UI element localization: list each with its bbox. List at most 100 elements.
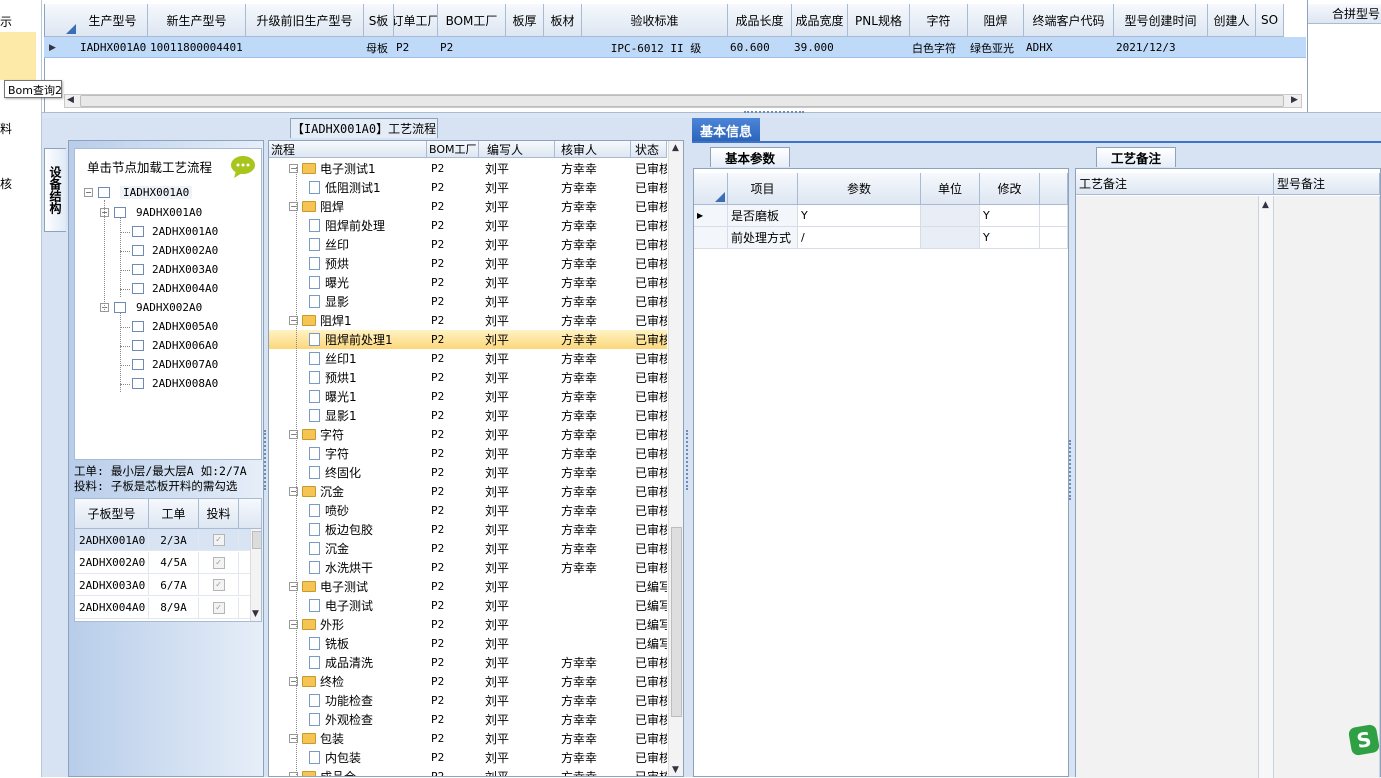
param-modify[interactable]: Y bbox=[980, 227, 1040, 249]
splitter-grip-icon[interactable] bbox=[1069, 440, 1073, 500]
nav-highlight[interactable] bbox=[0, 32, 36, 80]
tree-group-node[interactable]: 9ADHX001A0 bbox=[136, 206, 202, 219]
param-row[interactable]: 前处理方式 / Y bbox=[694, 227, 1068, 249]
flow-row[interactable]: 丝印 P2 刘平 方幸幸 已审核 bbox=[269, 235, 667, 254]
flow-row[interactable]: 沉金 P2 刘平 方幸幸 已审核 bbox=[269, 539, 667, 558]
param-unit[interactable] bbox=[921, 227, 980, 249]
cell-feed[interactable]: ✓ bbox=[199, 574, 239, 596]
table-cell[interactable]: P2 bbox=[440, 37, 506, 58]
row-indicator[interactable] bbox=[694, 227, 728, 249]
flow-row[interactable]: 预烘1 P2 刘平 方幸幸 已审核 bbox=[269, 368, 667, 387]
col-header[interactable]: BOM工厂 bbox=[438, 4, 506, 37]
grid-corner[interactable] bbox=[694, 173, 728, 205]
flow-row[interactable]: 水洗烘干 P2 刘平 方幸幸 已审核 bbox=[269, 558, 667, 577]
tree-leaf-node[interactable]: 2ADHX004A0 bbox=[152, 282, 218, 295]
table-cell[interactable]: 白色字符 bbox=[912, 37, 968, 58]
col-header[interactable]: PNL规格 bbox=[848, 4, 910, 37]
flow-row[interactable]: 曝光 P2 刘平 方幸幸 已审核 bbox=[269, 273, 667, 292]
tree-root[interactable]: IADHX001A0 bbox=[120, 186, 193, 199]
col-header[interactable]: 订单工厂 bbox=[394, 4, 438, 37]
device-structure-tab[interactable]: 设备结构 bbox=[44, 148, 66, 232]
checkbox[interactable]: ✓ bbox=[212, 534, 225, 546]
col-header[interactable]: 板材 bbox=[544, 4, 582, 37]
tree-leaf-node[interactable]: 2ADHX005A0 bbox=[152, 320, 218, 333]
cell-feed[interactable]: ✓ bbox=[199, 551, 239, 574]
table-cell[interactable] bbox=[248, 37, 364, 58]
splitter-grip-icon[interactable] bbox=[744, 111, 804, 116]
col-header-status[interactable]: 状态 bbox=[631, 141, 667, 158]
tree-leaf-node[interactable]: 2ADHX001A0 bbox=[152, 225, 218, 238]
table-cell[interactable]: 绿色亚光 bbox=[970, 37, 1024, 58]
flow-row[interactable]: 阻焊前处理 P2 刘平 方幸幸 已审核 bbox=[269, 216, 667, 235]
table-row[interactable]: 2ADHX001A0 2/3A ✓ bbox=[75, 529, 250, 551]
flow-row[interactable]: 显影1 P2 刘平 方幸幸 已审核 bbox=[269, 406, 667, 425]
nav-item[interactable]: 料 bbox=[0, 120, 12, 137]
basic-params-tab[interactable]: 基本参数 bbox=[710, 147, 790, 167]
flow-row[interactable]: 丝印1 P2 刘平 方幸幸 已审核 bbox=[269, 349, 667, 368]
flow-tab[interactable]: 【IADHX001A0】工艺流程 bbox=[290, 118, 438, 138]
col-header[interactable]: 生产型号 bbox=[78, 4, 148, 37]
flow-row[interactable]: −包装 P2 刘平 方幸幸 已审核 bbox=[269, 729, 667, 748]
flow-row[interactable]: −终检 P2 刘平 方幸幸 已审核 bbox=[269, 672, 667, 691]
flow-row[interactable]: −阻焊1 P2 刘平 方幸幸 已审核 bbox=[269, 311, 667, 330]
col-header-order[interactable]: 工单 bbox=[149, 499, 199, 529]
checkbox[interactable]: ✓ bbox=[212, 601, 225, 614]
flow-row[interactable]: 铣板 P2 刘平 已编写 bbox=[269, 634, 667, 653]
flow-row[interactable]: −成品仓 P2 刘平 方幸幸 已审核 bbox=[269, 767, 667, 776]
merge-model-header[interactable]: 合拼型号 bbox=[1308, 4, 1381, 24]
col-header-reviewer[interactable]: 核审人 bbox=[555, 141, 631, 158]
scroll-right-icon[interactable]: ▶ bbox=[1291, 95, 1298, 105]
cell-model[interactable]: 2ADHX004A0 bbox=[75, 596, 149, 619]
table-cell[interactable]: 2021/12/3 bbox=[1116, 37, 1208, 58]
param-value[interactable]: Y bbox=[798, 205, 921, 227]
flow-scrollbar[interactable]: ▲ ▼ bbox=[668, 141, 683, 776]
flow-row[interactable]: −电子测试 P2 刘平 已编写 bbox=[269, 577, 667, 596]
table-cell[interactable]: IPC-6012 II 级 bbox=[584, 37, 728, 58]
col-header[interactable]: 创建人 bbox=[1208, 4, 1256, 37]
row-indicator[interactable]: ▶ bbox=[694, 205, 728, 227]
col-header-model[interactable]: 子板型号 bbox=[75, 499, 149, 529]
basic-info-tab[interactable]: 基本信息 bbox=[692, 118, 760, 142]
cell-model[interactable]: 2ADHX001A0 bbox=[75, 529, 149, 551]
cell-order[interactable]: 6/7A bbox=[149, 574, 199, 596]
col-header[interactable]: 阻焊 bbox=[968, 4, 1024, 37]
col-header[interactable]: 型号创建时间 bbox=[1114, 4, 1208, 37]
process-remark-tab[interactable]: 工艺备注 bbox=[1096, 147, 1176, 167]
param-unit[interactable] bbox=[921, 205, 980, 227]
flow-row[interactable]: 电子测试 P2 刘平 已编写 bbox=[269, 596, 667, 615]
cell-order[interactable]: 2/3A bbox=[149, 529, 199, 551]
flow-row[interactable]: 内包装 P2 刘平 方幸幸 已审核 bbox=[269, 748, 667, 767]
table-cell[interactable]: 39.000 bbox=[794, 37, 848, 58]
model-remark-field[interactable] bbox=[1274, 196, 1380, 778]
col-header[interactable]: 新生产型号 bbox=[148, 4, 246, 37]
flow-row[interactable]: 终固化 P2 刘平 方幸幸 已审核 bbox=[269, 463, 667, 482]
flow-row[interactable]: 显影 P2 刘平 方幸幸 已审核 bbox=[269, 292, 667, 311]
col-header-item[interactable]: 项目 bbox=[728, 173, 798, 205]
col-header-unit[interactable]: 单位 bbox=[921, 173, 980, 205]
col-header-feed[interactable]: 投料 bbox=[199, 499, 239, 529]
tree-leaf-node[interactable]: 2ADHX006A0 bbox=[152, 339, 218, 352]
flow-row[interactable]: 喷砂 P2 刘平 方幸幸 已审核 bbox=[269, 501, 667, 520]
scroll-left-icon[interactable]: ◀ bbox=[67, 95, 74, 105]
col-header[interactable]: 成品长度 bbox=[728, 4, 792, 37]
col-header[interactable]: 板厚 bbox=[506, 4, 544, 37]
process-remark-field[interactable] bbox=[1076, 196, 1259, 778]
splitter-grip-icon[interactable] bbox=[686, 430, 690, 490]
flow-row[interactable]: 功能检查 P2 刘平 方幸幸 已审核 bbox=[269, 691, 667, 710]
table-row[interactable]: 2ADHX004A0 8/9A ✓ bbox=[75, 596, 250, 619]
tree-group-node[interactable]: 9ADHX002A0 bbox=[136, 301, 202, 314]
col-header[interactable]: 升级前旧生产型号 bbox=[246, 4, 364, 37]
table-cell[interactable]: P2 bbox=[396, 37, 438, 58]
remark-scrollbar[interactable]: ▲ bbox=[1259, 196, 1274, 778]
col-header[interactable]: 成品宽度 bbox=[792, 4, 848, 37]
tree-leaf-node[interactable]: 2ADHX008A0 bbox=[152, 377, 218, 390]
table-cell[interactable] bbox=[508, 37, 544, 58]
table-cell[interactable]: 60.600 bbox=[730, 37, 792, 58]
splitter-grip-icon[interactable] bbox=[264, 430, 268, 490]
param-modify[interactable]: Y bbox=[980, 205, 1040, 227]
col-header[interactable]: SO bbox=[1256, 4, 1284, 37]
grid-corner[interactable] bbox=[45, 4, 79, 37]
col-header[interactable]: 终端客户代码 bbox=[1024, 4, 1114, 37]
table-cell[interactable] bbox=[1210, 37, 1256, 58]
table-cell[interactable]: IADHX001A0 bbox=[80, 37, 148, 58]
